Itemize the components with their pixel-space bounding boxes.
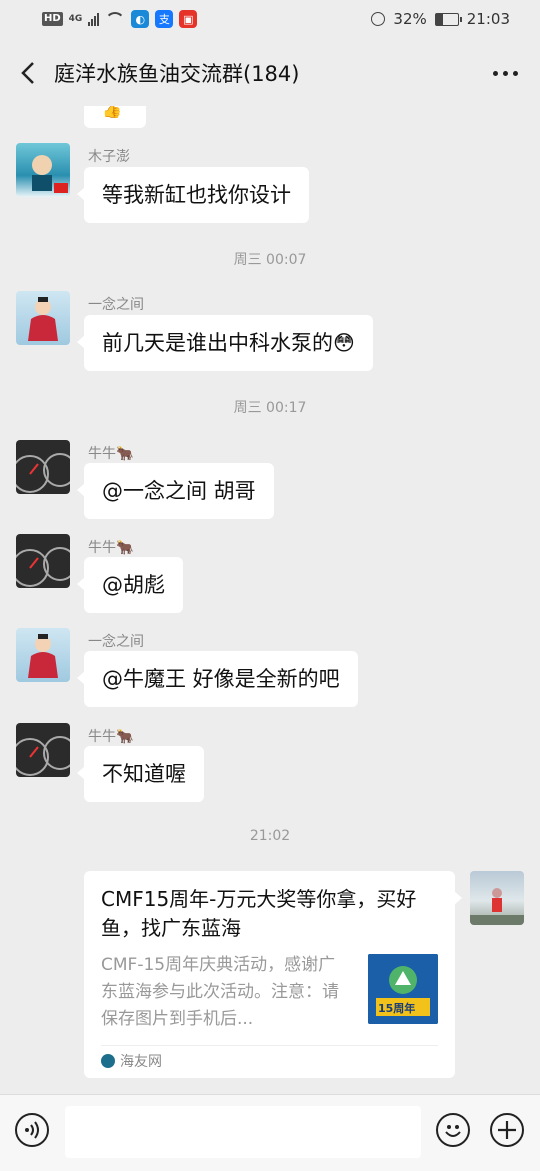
- message-input[interactable]: [65, 1106, 421, 1158]
- chevron-left-icon: [21, 62, 34, 84]
- more-button[interactable]: [493, 62, 518, 84]
- sender-name: 牛牛🐂: [88, 540, 134, 556]
- emoji-icon: [445, 1125, 461, 1137]
- avatar-dashboard-image: [16, 453, 70, 493]
- message-bubble[interactable]: @一念之间 胡哥: [77, 463, 274, 519]
- avatar[interactable]: [16, 440, 70, 494]
- timestamp: 周三 00:17: [233, 400, 307, 416]
- alipay-app-icon: 支: [155, 10, 174, 28]
- thumbs-up-icon: 👍: [102, 106, 122, 119]
- alarm-icon: [371, 12, 386, 26]
- link-card-description: CMF-15周年庆典活动，感谢广东蓝海参与此次活动。注意：请保存图片到手机后..…: [101, 955, 339, 1029]
- wifi-icon: [105, 12, 126, 26]
- thumb-caption: 15周年: [378, 1002, 416, 1015]
- plus-icon: [498, 1121, 516, 1139]
- sender-name: 一念之间: [88, 634, 144, 650]
- status-left: HD 4G ◐ 支 ▣: [42, 10, 198, 28]
- battery-icon: [434, 12, 462, 26]
- link-card[interactable]: CMF15周年-万元大奖等你拿，买好鱼，找广东蓝海 CMF-15周年庆典活动，感…: [84, 871, 462, 1078]
- message-bubble[interactable]: 等我新缸也找你设计: [77, 167, 309, 223]
- my-avatar[interactable]: [470, 871, 524, 925]
- link-card-thumbnail: 15周年: [368, 954, 438, 1024]
- source-logo-icon: [101, 1054, 115, 1068]
- avatar[interactable]: [16, 534, 70, 588]
- hd-badge: HD: [42, 12, 63, 26]
- voice-button[interactable]: [15, 1113, 49, 1147]
- signal-icon: [88, 12, 100, 26]
- network-badge: 4G: [68, 14, 83, 24]
- message-bubble[interactable]: 不知道喔: [77, 746, 204, 802]
- sender-name: 一念之间: [88, 297, 144, 313]
- voice-icon: [25, 1121, 39, 1139]
- avatar-figure-image: [28, 634, 58, 678]
- link-card-title: CMF15周年-万元大奖等你拿，买好鱼，找广东蓝海: [101, 887, 417, 940]
- battery-percent: 32%: [393, 10, 427, 28]
- chat-title: 庭洋水族鱼油交流群(184): [54, 62, 300, 86]
- chat-header: 庭洋水族鱼油交流群(184): [0, 40, 540, 106]
- avatar[interactable]: [16, 723, 70, 777]
- avatar-figure-image: [28, 297, 58, 341]
- avatar-dashboard-image: [16, 547, 70, 587]
- emoji-button[interactable]: [436, 1113, 470, 1147]
- plus-button[interactable]: [490, 1113, 524, 1147]
- link-card-source: 海友网: [120, 1054, 162, 1070]
- previous-message-bubble[interactable]: 👍: [84, 106, 146, 128]
- message-bubble[interactable]: 前几天是谁出中科水泵的😳: [77, 315, 373, 371]
- browser-app-icon: ◐: [131, 10, 150, 28]
- avatar[interactable]: [16, 291, 70, 345]
- avatar-person-image: [470, 888, 524, 925]
- status-right: 32% 21:03: [371, 10, 510, 28]
- message-bubble[interactable]: @胡彪: [77, 557, 183, 613]
- clock: 21:03: [466, 10, 510, 28]
- message-list[interactable]: 👍 木子澎 等我新缸也找你设计 周三 00:07 一念之间 前几天是谁出中科水泵…: [0, 106, 540, 1094]
- avatar-dashboard-image: [16, 736, 70, 776]
- avatar-swimmer-image: [32, 155, 68, 193]
- message-bubble[interactable]: @牛魔王 好像是全新的吧: [77, 651, 358, 707]
- train-app-icon: ▣: [179, 10, 198, 28]
- input-bar: [0, 1094, 540, 1171]
- sender-name: 木子澎: [88, 149, 130, 165]
- more-dots-icon: [493, 70, 498, 76]
- sender-name: 牛牛🐂: [88, 446, 134, 462]
- timestamp: 周三 00:07: [233, 252, 307, 268]
- avatar[interactable]: [16, 628, 70, 682]
- status-bar: HD 4G ◐ 支 ▣ 32% 21:03: [0, 0, 540, 40]
- sender-name: 牛牛🐂: [88, 729, 134, 745]
- timestamp: 21:02: [249, 828, 291, 844]
- divider: [101, 1045, 438, 1046]
- back-button[interactable]: [14, 58, 44, 88]
- avatar[interactable]: [16, 143, 70, 197]
